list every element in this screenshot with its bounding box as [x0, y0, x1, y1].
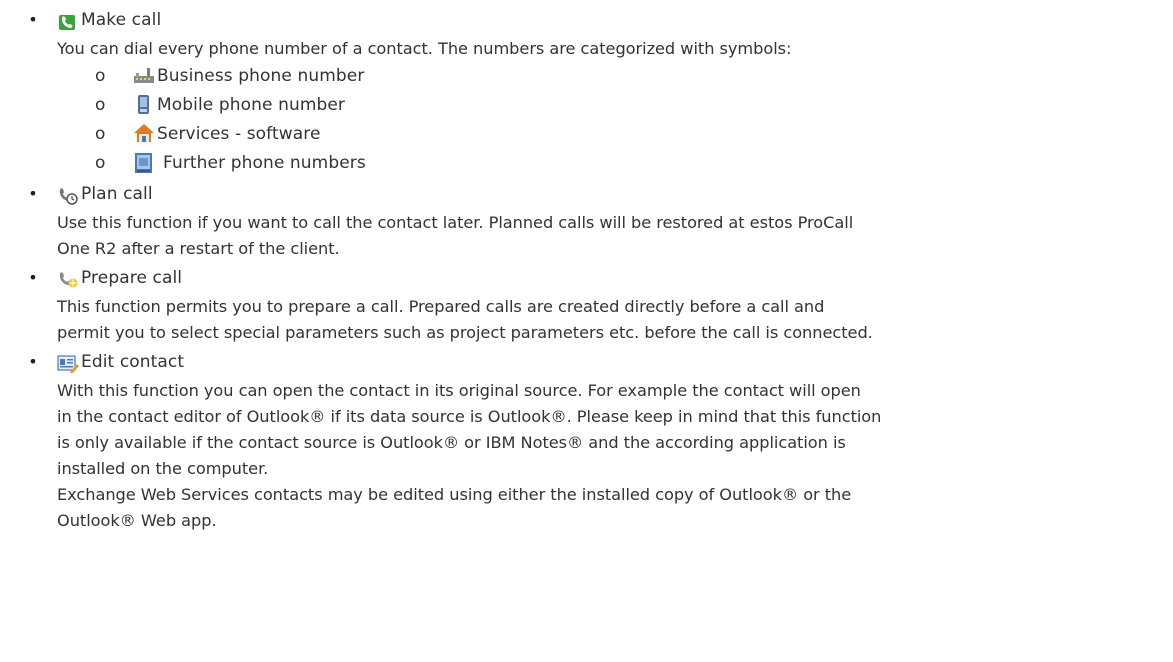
- list-item-plan-call: • Plan call Use this function if you wan…: [0, 178, 1173, 262]
- item-description-line: With this function you can open the cont…: [57, 381, 861, 400]
- help-document: • Make call You can dial every phone num…: [0, 4, 1173, 534]
- item-description-line: Outlook® Web app.: [57, 511, 217, 530]
- subitem-marker: o: [95, 66, 106, 86]
- edit-contact-icon: [57, 353, 79, 373]
- item-heading: Plan call: [0, 178, 1173, 210]
- list-item-edit-contact: • Edit contact With this function you ca…: [0, 346, 1173, 534]
- item-description-line: Use this function if you want to call th…: [57, 213, 854, 232]
- subitem-marker: o: [95, 153, 106, 173]
- subitem-label: Mobile phone number: [157, 95, 346, 115]
- green-phone-icon: [57, 11, 75, 30]
- bullet: •: [28, 352, 38, 371]
- phone-star-icon: [57, 269, 78, 288]
- item-description-line: permit you to select special parameters …: [57, 323, 873, 342]
- subitem-further: o Further phone numbers: [0, 149, 1173, 178]
- subitem-mobile: o Mobile phone number: [0, 91, 1173, 120]
- item-title: Plan call: [81, 184, 153, 204]
- list-item-make-call: • Make call You can dial every phone num…: [0, 4, 1173, 178]
- bullet: •: [28, 184, 38, 203]
- item-heading: Edit contact: [0, 346, 1173, 378]
- item-description-line: One R2 after a restart of the client.: [57, 239, 340, 258]
- item-description-line: is only available if the contact source …: [57, 433, 846, 452]
- subitem-business: o Business phone number: [0, 62, 1173, 91]
- list-item-prepare-call: • Prepare call This function permits you…: [0, 262, 1173, 346]
- mobile-phone-icon: [133, 94, 151, 114]
- subitem-marker: o: [95, 95, 106, 115]
- item-description-line: This function permits you to prepare a c…: [57, 297, 825, 316]
- item-description-line: You can dial every phone number of a con…: [57, 39, 792, 58]
- subitem-marker: o: [95, 124, 106, 144]
- house-icon: [133, 123, 154, 142]
- bullet: •: [28, 268, 38, 287]
- item-title: Make call: [81, 10, 162, 30]
- phone-clock-icon: [57, 185, 78, 205]
- subitem-label: Services - software: [157, 124, 321, 144]
- subitem-label: Further phone numbers: [163, 153, 366, 173]
- subitem-services: o Services - software: [0, 120, 1173, 149]
- item-heading: Prepare call: [0, 262, 1173, 294]
- factory-icon: [133, 65, 154, 83]
- contact-card-icon: [133, 152, 152, 173]
- item-description-line: in the contact editor of Outlook® if its…: [57, 407, 882, 426]
- subitem-label: Business phone number: [157, 66, 365, 86]
- item-title: Prepare call: [81, 268, 183, 288]
- bullet: •: [28, 10, 38, 29]
- item-heading: Make call: [0, 4, 1173, 36]
- item-description-line: Exchange Web Services contacts may be ed…: [57, 485, 852, 504]
- item-description-line: installed on the computer.: [57, 459, 269, 478]
- item-title: Edit contact: [81, 352, 185, 372]
